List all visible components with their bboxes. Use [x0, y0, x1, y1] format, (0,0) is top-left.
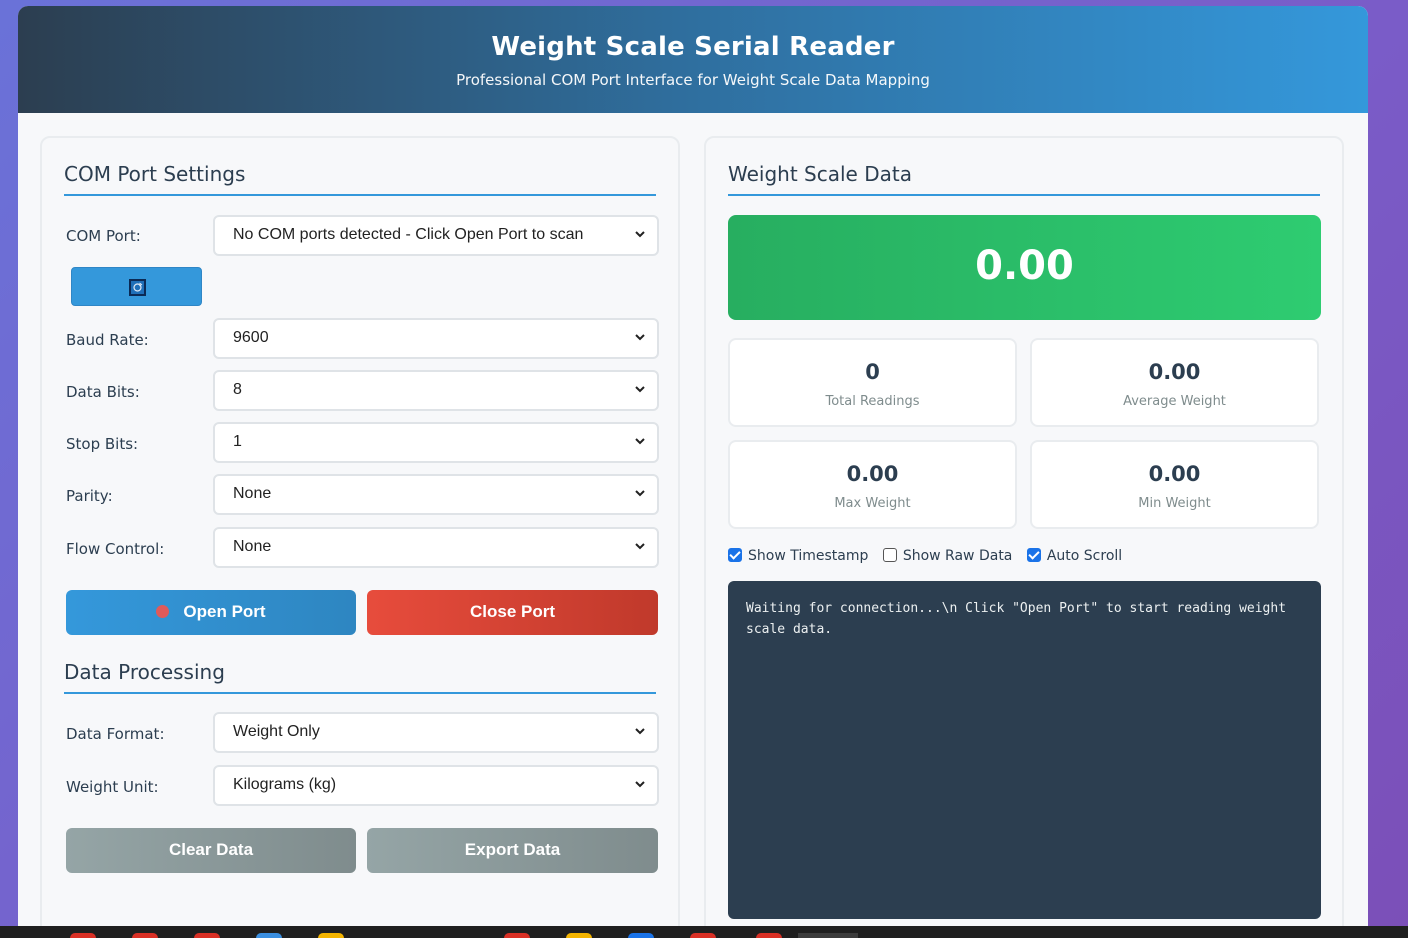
taskbar-app-icon[interactable]	[256, 933, 282, 938]
show-timestamp-checkbox[interactable]: Show Timestamp	[728, 548, 868, 564]
taskbar	[0, 926, 1408, 938]
parity-label: Parity:	[66, 487, 113, 505]
taskbar-app-icon[interactable]	[756, 933, 782, 938]
com-port-value: No COM ports detected - Click Open Port …	[233, 226, 584, 243]
stat-total-readings: 0 Total Readings	[728, 338, 1017, 427]
close-port-button[interactable]: Close Port	[367, 590, 658, 635]
display-options: Show Timestamp Show Raw Data Auto Scroll	[728, 548, 1132, 564]
weight-unit-select[interactable]: Kilograms (kg)	[213, 765, 659, 806]
baud-rate-value: 9600	[233, 329, 269, 346]
app-window: Weight Scale Serial Reader Professional …	[18, 6, 1368, 938]
taskbar-app-icon[interactable]	[628, 933, 654, 938]
refresh-ports-button[interactable]	[71, 267, 202, 306]
clear-data-label: Clear Data	[168, 840, 254, 859]
chevron-down-icon	[635, 781, 645, 788]
taskbar-app-icon[interactable]	[132, 933, 158, 938]
taskbar-app-icon[interactable]	[318, 933, 344, 938]
taskbar-app-icon[interactable]	[504, 933, 530, 938]
taskbar-app-icon[interactable]	[566, 933, 592, 938]
chevron-down-icon	[635, 438, 645, 445]
chevron-down-icon	[635, 334, 645, 341]
show-timestamp-label: Show Timestamp	[748, 548, 869, 564]
show-raw-data-checkbox[interactable]: Show Raw Data	[882, 548, 1013, 564]
baud-rate-select[interactable]: 9600	[213, 318, 659, 359]
taskbar-app-icon[interactable]	[690, 933, 716, 938]
parity-select[interactable]: None	[213, 474, 659, 515]
open-port-label: Open Port	[183, 602, 266, 621]
flow-control-select[interactable]: None	[213, 527, 659, 568]
refresh-icon	[129, 279, 146, 296]
data-bits-value: 8	[233, 381, 242, 398]
data-format-select[interactable]: Weight Only	[213, 712, 659, 753]
settings-panel: COM Port Settings COM Port: No COM ports…	[40, 136, 680, 938]
chevron-down-icon	[635, 386, 645, 393]
weight-unit-value: Kilograms (kg)	[233, 776, 337, 793]
checkbox-unchecked-icon[interactable]	[882, 548, 897, 562]
stat-label: Average Weight	[1123, 394, 1226, 409]
stat-value: 0.00	[1148, 360, 1201, 384]
data-format-label: Data Format:	[66, 725, 165, 743]
status-dot-icon	[156, 605, 170, 618]
checkbox-checked-icon[interactable]	[1026, 548, 1041, 562]
close-port-label: Close Port	[469, 602, 556, 621]
taskbar-active-app-icon[interactable]	[798, 933, 858, 938]
stat-label: Max Weight	[834, 496, 911, 511]
data-log-output[interactable]: Waiting for connection...\n Click "Open …	[728, 581, 1321, 919]
chevron-down-icon	[635, 728, 645, 735]
data-format-value: Weight Only	[233, 723, 320, 740]
stat-value: 0	[865, 360, 880, 384]
com-settings-title: COM Port Settings	[64, 158, 656, 196]
stat-min-weight: 0.00 Min Weight	[1030, 440, 1319, 529]
checkbox-checked-icon[interactable]	[728, 548, 742, 562]
baud-rate-label: Baud Rate:	[66, 331, 149, 349]
export-data-label: Export Data	[464, 840, 561, 859]
stat-average-weight: 0.00 Average Weight	[1030, 338, 1319, 427]
parity-value: None	[233, 485, 272, 502]
weight-unit-label: Weight Unit:	[66, 778, 159, 796]
data-bits-select[interactable]: 8	[213, 370, 659, 411]
stop-bits-value: 1	[233, 433, 242, 450]
data-bits-label: Data Bits:	[66, 383, 140, 401]
stat-label: Min Weight	[1138, 496, 1211, 511]
scale-data-title: Weight Scale Data	[728, 158, 1320, 196]
clear-data-button[interactable]: Clear Data	[66, 828, 356, 873]
taskbar-app-icon[interactable]	[194, 933, 220, 938]
app-title: Weight Scale Serial Reader	[491, 32, 895, 62]
export-data-button[interactable]: Export Data	[367, 828, 658, 873]
auto-scroll-label: Auto Scroll	[1046, 548, 1123, 564]
stat-max-weight: 0.00 Max Weight	[728, 440, 1017, 529]
data-processing-title: Data Processing	[64, 656, 656, 694]
com-port-select[interactable]: No COM ports detected - Click Open Port …	[213, 215, 659, 256]
flow-control-value: None	[233, 538, 272, 555]
show-raw-data-label: Show Raw Data	[902, 548, 1013, 564]
data-panel: Weight Scale Data 0.00 0 Total Readings …	[704, 136, 1344, 938]
stat-label: Total Readings	[825, 394, 920, 409]
flow-control-label: Flow Control:	[66, 540, 165, 558]
open-port-button[interactable]: Open Port	[66, 590, 356, 635]
current-weight-display: 0.00	[728, 215, 1321, 320]
chevron-down-icon	[635, 490, 645, 497]
com-port-label: COM Port:	[66, 227, 141, 245]
taskbar-app-icon[interactable]	[70, 933, 96, 938]
stop-bits-select[interactable]: 1	[213, 422, 659, 463]
main-content: COM Port Settings COM Port: No COM ports…	[18, 113, 1368, 938]
stat-value: 0.00	[1148, 462, 1201, 486]
chevron-down-icon	[635, 231, 645, 238]
auto-scroll-checkbox[interactable]: Auto Scroll	[1026, 548, 1123, 564]
stop-bits-label: Stop Bits:	[66, 435, 139, 453]
chevron-down-icon	[635, 543, 645, 550]
app-header: Weight Scale Serial Reader Professional …	[18, 6, 1368, 113]
stat-value: 0.00	[846, 462, 899, 486]
app-subtitle: Professional COM Port Interface for Weig…	[456, 71, 930, 89]
